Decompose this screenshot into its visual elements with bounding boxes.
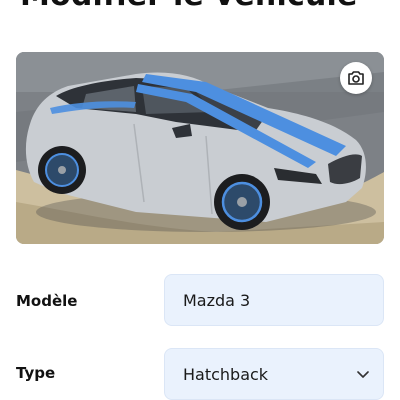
model-label: Modèle	[16, 292, 78, 310]
chevron-down-icon	[357, 371, 369, 378]
model-value: Mazda 3	[183, 290, 251, 310]
change-photo-button[interactable]	[340, 62, 372, 94]
type-select[interactable]: Hatchback	[164, 348, 384, 400]
type-label: Type	[16, 364, 56, 382]
vehicle-photo	[16, 52, 384, 244]
camera-icon	[348, 71, 364, 85]
type-value: Hatchback	[183, 364, 269, 384]
model-field[interactable]: Mazda 3	[164, 274, 384, 326]
page-title: Modifier le véhicule	[20, 0, 358, 13]
